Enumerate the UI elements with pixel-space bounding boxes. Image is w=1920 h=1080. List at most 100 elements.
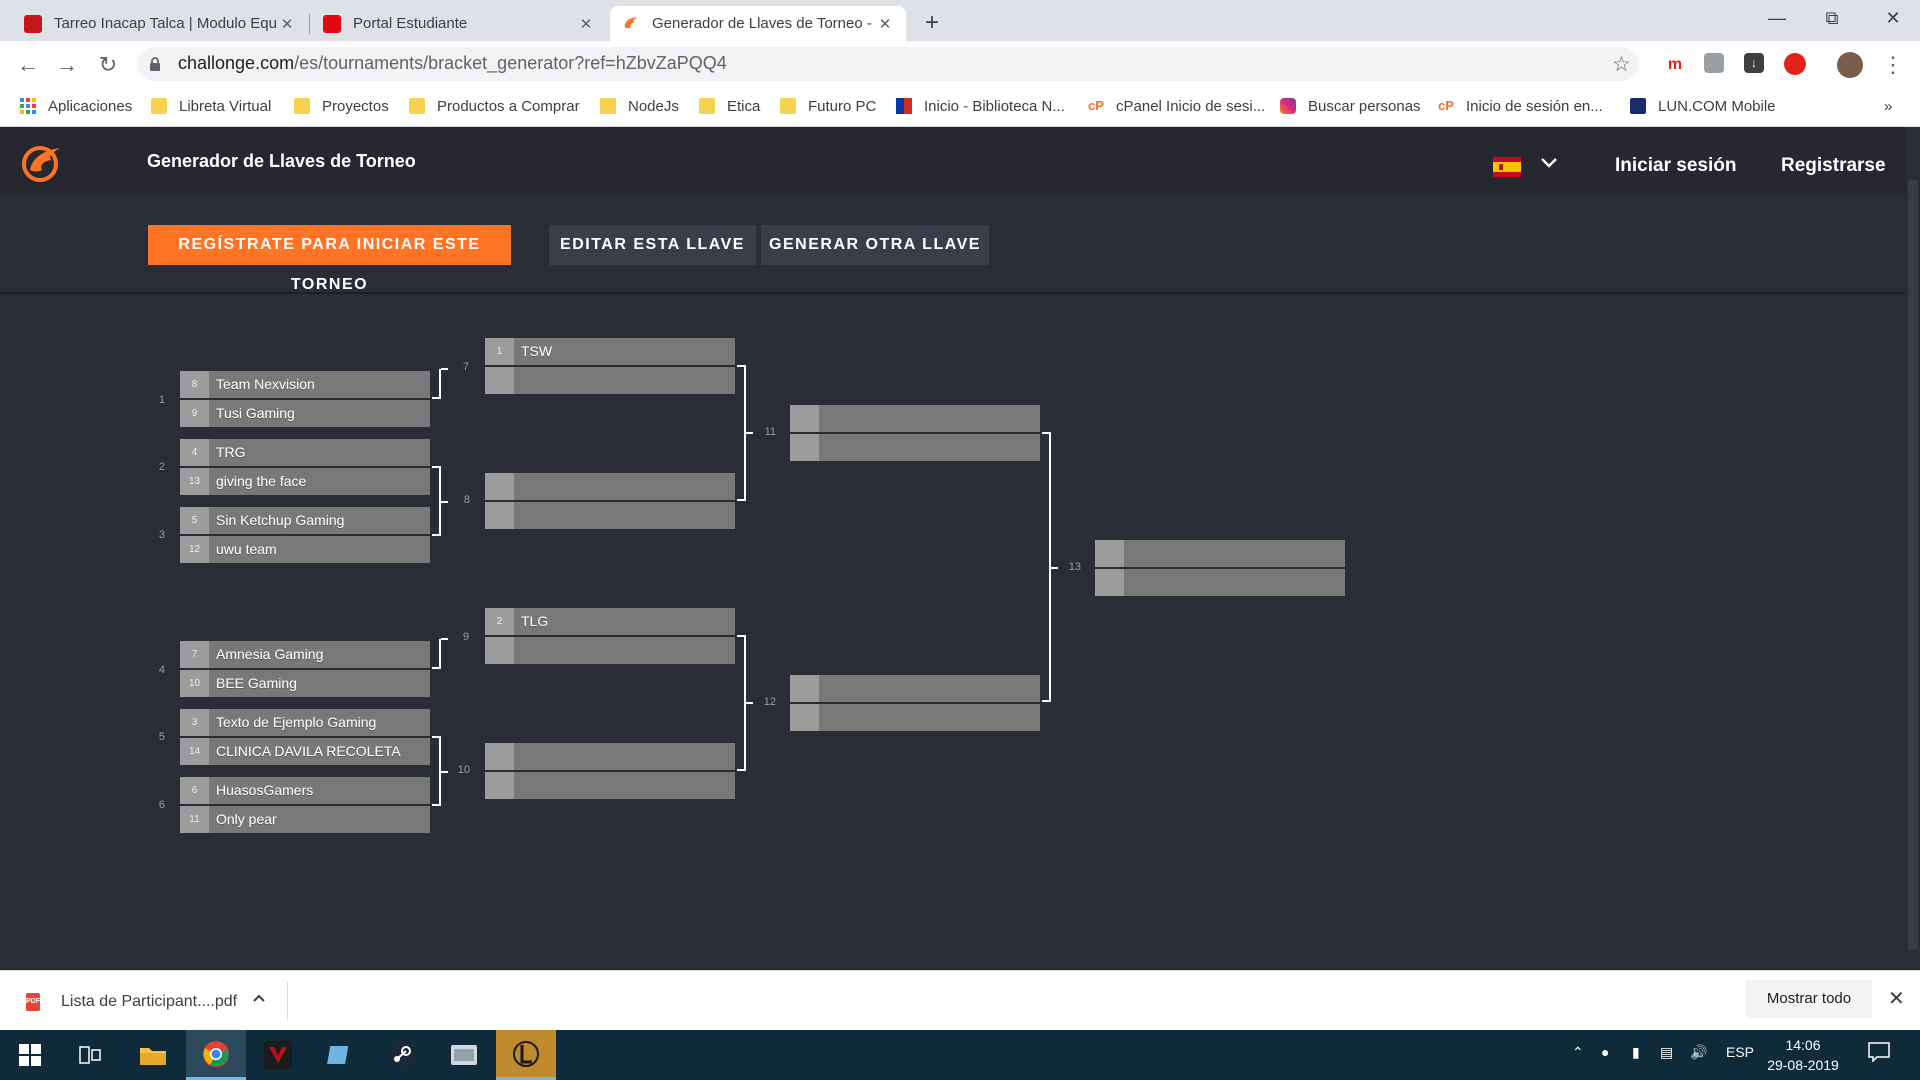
team-name: TSW	[521, 343, 553, 359]
team-name: Amnesia Gaming	[216, 646, 324, 662]
match-slot[interactable]: 10 BEE Gaming	[180, 670, 430, 697]
match-slot[interactable]: 14 CLINICA DAVILA RECOLETA	[180, 738, 430, 765]
match-slot[interactable]	[485, 502, 735, 529]
match-number: 10	[457, 764, 470, 776]
volume-icon[interactable]: 🔊	[1690, 1044, 1707, 1061]
notifications-icon[interactable]	[1868, 1042, 1890, 1065]
task-view-icon[interactable]	[60, 1030, 120, 1080]
team-name: BEE Gaming	[216, 675, 297, 691]
team-name: TLG	[521, 613, 549, 629]
seed: 4	[180, 439, 209, 466]
language-indicator[interactable]: ESP	[1726, 1044, 1754, 1060]
bracket-connector	[746, 702, 753, 704]
match-slot[interactable]: 1 TSW	[485, 338, 735, 365]
team-name: TRG	[216, 444, 246, 460]
seed	[485, 502, 514, 529]
bracket-connector	[441, 501, 448, 503]
show-all-button[interactable]: Mostrar todo	[1746, 980, 1872, 1018]
match-slot[interactable]: 7 Amnesia Gaming	[180, 641, 430, 668]
league-of-legends-icon[interactable]	[496, 1030, 556, 1080]
seed: 11	[180, 806, 209, 833]
match-slot[interactable]	[790, 675, 1040, 702]
windows-start-icon[interactable]	[0, 1030, 60, 1080]
match-10[interactable]	[485, 743, 735, 799]
app-window-icon[interactable]	[434, 1030, 494, 1080]
match-slot[interactable]	[485, 772, 735, 799]
bracket-connector	[737, 365, 746, 501]
match-slot[interactable]	[485, 473, 735, 500]
bracket-connector	[737, 635, 746, 771]
match-slot[interactable]	[790, 704, 1040, 731]
match-4[interactable]: 7 Amnesia Gaming 10 BEE Gaming	[180, 641, 430, 697]
match-8[interactable]	[485, 473, 735, 529]
team-name: Team Nexvision	[216, 376, 315, 392]
match-slot[interactable]: 11 Only pear	[180, 806, 430, 833]
match-6[interactable]: 6 HuasosGamers 11 Only pear	[180, 777, 430, 833]
network-icon[interactable]: ▤	[1660, 1044, 1673, 1061]
match-slot[interactable]	[485, 637, 735, 664]
match-slot[interactable]: 9 Tusi Gaming	[180, 400, 430, 427]
match-7[interactable]: 1 TSW	[485, 338, 735, 394]
scrollbar-thumb[interactable]	[1908, 180, 1918, 950]
match-2[interactable]: 4 TRG 13 giving the face	[180, 439, 430, 495]
bracket-connector	[432, 736, 441, 806]
match-slot[interactable]: 5 Sin Ketchup Gaming	[180, 507, 430, 534]
clock[interactable]: 14:06 29-08-2019	[1762, 1035, 1844, 1075]
bracket-connector	[1042, 432, 1051, 702]
team-name: uwu team	[216, 541, 277, 557]
match-number: 1	[158, 394, 165, 406]
download-item[interactable]: Lista de Participant....pdf	[61, 993, 237, 1011]
seed: 9	[180, 400, 209, 427]
match-slot[interactable]: 12 uwu team	[180, 536, 430, 563]
match-5[interactable]: 3 Texto de Ejemplo Gaming 14 CLINICA DAVIL…	[180, 709, 430, 765]
team-name: Only pear	[216, 811, 277, 827]
bracket: 1 8 Team Nexvision 9 Tusi Gaming 2 4 TRG 13…	[0, 0, 1906, 970]
match-slot[interactable]: 13 giving the face	[180, 468, 430, 495]
bracket-connector	[432, 639, 441, 669]
match-slot[interactable]: 3 Texto de Ejemplo Gaming	[180, 709, 430, 736]
file-explorer-icon[interactable]	[123, 1030, 183, 1080]
predator-app-icon[interactable]	[248, 1030, 308, 1080]
seed: 7	[180, 641, 209, 668]
match-9[interactable]: 2 TLG	[485, 608, 735, 664]
match-slot[interactable]	[790, 405, 1040, 432]
team-name: giving the face	[216, 473, 307, 489]
seed	[485, 367, 514, 394]
battery-icon[interactable]: ▮	[1632, 1044, 1640, 1061]
seed	[790, 434, 819, 461]
match-slot[interactable]	[790, 434, 1040, 461]
match-1[interactable]: 8 Team Nexvision 9 Tusi Gaming	[180, 371, 430, 427]
match-slot[interactable]: 2 TLG	[485, 608, 735, 635]
match-slot[interactable]: 8 Team Nexvision	[180, 371, 430, 398]
seed: 12	[180, 536, 209, 563]
match-number: 7	[462, 361, 469, 373]
chrome-taskbar-icon[interactable]	[186, 1030, 246, 1080]
bracket-connector	[1051, 567, 1058, 569]
match-13-final[interactable]	[1095, 540, 1345, 596]
close-shelf-icon[interactable]: ✕	[1888, 986, 1905, 1011]
match-slot[interactable]	[485, 743, 735, 770]
match-number: 11	[764, 426, 776, 438]
match-3[interactable]: 5 Sin Ketchup Gaming 12 uwu team	[180, 507, 430, 563]
seed: 6	[180, 777, 209, 804]
chevron-up-icon[interactable]: ⌃	[1572, 1044, 1584, 1061]
match-slot[interactable]	[485, 367, 735, 394]
divider	[287, 982, 288, 1020]
match-number: 3	[158, 529, 165, 541]
steam-tray-icon[interactable]: ●	[1601, 1044, 1609, 1060]
match-slot[interactable]	[1095, 569, 1345, 596]
steam-icon[interactable]	[372, 1030, 432, 1080]
match-slot[interactable]: 6 HuasosGamers	[180, 777, 430, 804]
bracket-connector	[441, 638, 448, 640]
chevron-up-icon[interactable]	[252, 990, 266, 1008]
match-12[interactable]	[790, 675, 1040, 731]
app-blue-icon[interactable]	[310, 1030, 370, 1080]
seed: 8	[180, 371, 209, 398]
match-slot[interactable]: 4 TRG	[180, 439, 430, 466]
match-slot[interactable]	[1095, 540, 1345, 567]
seed	[485, 743, 514, 770]
bracket-connector	[746, 432, 753, 434]
match-11[interactable]	[790, 405, 1040, 461]
seed	[485, 473, 514, 500]
clock-time: 14:06	[1785, 1037, 1821, 1053]
